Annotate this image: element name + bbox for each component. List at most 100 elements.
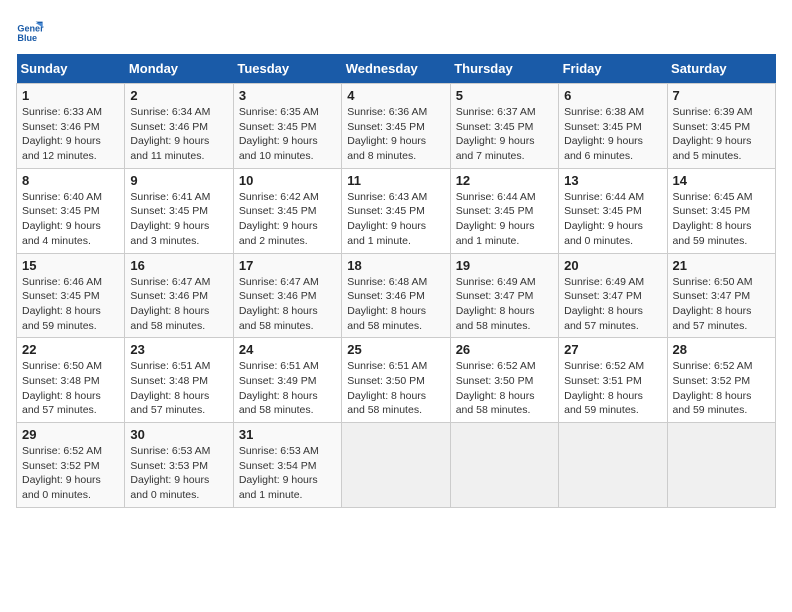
day-info: Sunrise: 6:53 AMSunset: 3:53 PMDaylight:…: [130, 445, 210, 501]
day-info: Sunrise: 6:49 AMSunset: 3:47 PMDaylight:…: [456, 276, 536, 332]
day-number: 5: [456, 88, 553, 103]
day-of-week-header: Monday: [125, 54, 233, 84]
day-of-week-header: Saturday: [667, 54, 775, 84]
day-info: Sunrise: 6:45 AMSunset: 3:45 PMDaylight:…: [673, 191, 753, 247]
day-number: 28: [673, 342, 770, 357]
calendar-cell: 30 Sunrise: 6:53 AMSunset: 3:53 PMDaylig…: [125, 423, 233, 508]
day-number: 21: [673, 258, 770, 273]
calendar-cell: 29 Sunrise: 6:52 AMSunset: 3:52 PMDaylig…: [17, 423, 125, 508]
calendar-cell: 24 Sunrise: 6:51 AMSunset: 3:49 PMDaylig…: [233, 338, 341, 423]
day-number: 4: [347, 88, 444, 103]
day-info: Sunrise: 6:52 AMSunset: 3:50 PMDaylight:…: [456, 360, 536, 416]
day-number: 14: [673, 173, 770, 188]
calendar-cell: 19 Sunrise: 6:49 AMSunset: 3:47 PMDaylig…: [450, 253, 558, 338]
day-number: 27: [564, 342, 661, 357]
day-number: 26: [456, 342, 553, 357]
day-number: 13: [564, 173, 661, 188]
day-info: Sunrise: 6:44 AMSunset: 3:45 PMDaylight:…: [456, 191, 536, 247]
calendar-cell: 5 Sunrise: 6:37 AMSunset: 3:45 PMDayligh…: [450, 84, 558, 169]
day-number: 30: [130, 427, 227, 442]
calendar-cell: 10 Sunrise: 6:42 AMSunset: 3:45 PMDaylig…: [233, 168, 341, 253]
day-info: Sunrise: 6:40 AMSunset: 3:45 PMDaylight:…: [22, 191, 102, 247]
calendar-cell: 7 Sunrise: 6:39 AMSunset: 3:45 PMDayligh…: [667, 84, 775, 169]
calendar-cell: 21 Sunrise: 6:50 AMSunset: 3:47 PMDaylig…: [667, 253, 775, 338]
day-number: 3: [239, 88, 336, 103]
calendar-cell: 28 Sunrise: 6:52 AMSunset: 3:52 PMDaylig…: [667, 338, 775, 423]
day-number: 23: [130, 342, 227, 357]
calendar-cell: 13 Sunrise: 6:44 AMSunset: 3:45 PMDaylig…: [559, 168, 667, 253]
calendar-cell: 12 Sunrise: 6:44 AMSunset: 3:45 PMDaylig…: [450, 168, 558, 253]
day-info: Sunrise: 6:53 AMSunset: 3:54 PMDaylight:…: [239, 445, 319, 501]
calendar-cell: 16 Sunrise: 6:47 AMSunset: 3:46 PMDaylig…: [125, 253, 233, 338]
calendar-cell: [342, 423, 450, 508]
calendar-cell: 11 Sunrise: 6:43 AMSunset: 3:45 PMDaylig…: [342, 168, 450, 253]
calendar-cell: 9 Sunrise: 6:41 AMSunset: 3:45 PMDayligh…: [125, 168, 233, 253]
page-header: General Blue: [16, 16, 776, 44]
logo-icon: General Blue: [16, 16, 44, 44]
day-info: Sunrise: 6:52 AMSunset: 3:52 PMDaylight:…: [673, 360, 753, 416]
day-number: 10: [239, 173, 336, 188]
day-info: Sunrise: 6:42 AMSunset: 3:45 PMDaylight:…: [239, 191, 319, 247]
calendar-cell: 18 Sunrise: 6:48 AMSunset: 3:46 PMDaylig…: [342, 253, 450, 338]
day-of-week-header: Sunday: [17, 54, 125, 84]
calendar-cell: 3 Sunrise: 6:35 AMSunset: 3:45 PMDayligh…: [233, 84, 341, 169]
calendar-cell: 14 Sunrise: 6:45 AMSunset: 3:45 PMDaylig…: [667, 168, 775, 253]
day-number: 8: [22, 173, 119, 188]
day-number: 9: [130, 173, 227, 188]
day-number: 12: [456, 173, 553, 188]
day-info: Sunrise: 6:33 AMSunset: 3:46 PMDaylight:…: [22, 106, 102, 162]
calendar-cell: 26 Sunrise: 6:52 AMSunset: 3:50 PMDaylig…: [450, 338, 558, 423]
day-number: 7: [673, 88, 770, 103]
day-info: Sunrise: 6:51 AMSunset: 3:50 PMDaylight:…: [347, 360, 427, 416]
day-number: 6: [564, 88, 661, 103]
day-info: Sunrise: 6:48 AMSunset: 3:46 PMDaylight:…: [347, 276, 427, 332]
calendar-cell: 2 Sunrise: 6:34 AMSunset: 3:46 PMDayligh…: [125, 84, 233, 169]
calendar-table: SundayMondayTuesdayWednesdayThursdayFrid…: [16, 54, 776, 508]
calendar-cell: 20 Sunrise: 6:49 AMSunset: 3:47 PMDaylig…: [559, 253, 667, 338]
calendar-cell: 25 Sunrise: 6:51 AMSunset: 3:50 PMDaylig…: [342, 338, 450, 423]
day-info: Sunrise: 6:46 AMSunset: 3:45 PMDaylight:…: [22, 276, 102, 332]
day-number: 1: [22, 88, 119, 103]
day-number: 24: [239, 342, 336, 357]
day-info: Sunrise: 6:52 AMSunset: 3:52 PMDaylight:…: [22, 445, 102, 501]
logo: General Blue: [16, 16, 46, 44]
day-info: Sunrise: 6:34 AMSunset: 3:46 PMDaylight:…: [130, 106, 210, 162]
calendar-cell: [450, 423, 558, 508]
day-info: Sunrise: 6:35 AMSunset: 3:45 PMDaylight:…: [239, 106, 319, 162]
day-of-week-header: Thursday: [450, 54, 558, 84]
calendar-cell: 22 Sunrise: 6:50 AMSunset: 3:48 PMDaylig…: [17, 338, 125, 423]
day-info: Sunrise: 6:50 AMSunset: 3:48 PMDaylight:…: [22, 360, 102, 416]
day-info: Sunrise: 6:50 AMSunset: 3:47 PMDaylight:…: [673, 276, 753, 332]
day-info: Sunrise: 6:44 AMSunset: 3:45 PMDaylight:…: [564, 191, 644, 247]
calendar-cell: 1 Sunrise: 6:33 AMSunset: 3:46 PMDayligh…: [17, 84, 125, 169]
calendar-cell: 8 Sunrise: 6:40 AMSunset: 3:45 PMDayligh…: [17, 168, 125, 253]
day-info: Sunrise: 6:51 AMSunset: 3:49 PMDaylight:…: [239, 360, 319, 416]
day-info: Sunrise: 6:39 AMSunset: 3:45 PMDaylight:…: [673, 106, 753, 162]
day-info: Sunrise: 6:47 AMSunset: 3:46 PMDaylight:…: [239, 276, 319, 332]
day-number: 19: [456, 258, 553, 273]
svg-text:Blue: Blue: [17, 33, 37, 43]
calendar-cell: 15 Sunrise: 6:46 AMSunset: 3:45 PMDaylig…: [17, 253, 125, 338]
day-info: Sunrise: 6:38 AMSunset: 3:45 PMDaylight:…: [564, 106, 644, 162]
day-number: 11: [347, 173, 444, 188]
day-info: Sunrise: 6:41 AMSunset: 3:45 PMDaylight:…: [130, 191, 210, 247]
day-info: Sunrise: 6:47 AMSunset: 3:46 PMDaylight:…: [130, 276, 210, 332]
calendar-cell: [559, 423, 667, 508]
day-number: 22: [22, 342, 119, 357]
day-info: Sunrise: 6:36 AMSunset: 3:45 PMDaylight:…: [347, 106, 427, 162]
day-number: 31: [239, 427, 336, 442]
day-number: 16: [130, 258, 227, 273]
calendar-cell: 6 Sunrise: 6:38 AMSunset: 3:45 PMDayligh…: [559, 84, 667, 169]
calendar-cell: [667, 423, 775, 508]
day-number: 17: [239, 258, 336, 273]
calendar-cell: 31 Sunrise: 6:53 AMSunset: 3:54 PMDaylig…: [233, 423, 341, 508]
day-info: Sunrise: 6:37 AMSunset: 3:45 PMDaylight:…: [456, 106, 536, 162]
day-number: 18: [347, 258, 444, 273]
day-info: Sunrise: 6:49 AMSunset: 3:47 PMDaylight:…: [564, 276, 644, 332]
calendar-cell: 17 Sunrise: 6:47 AMSunset: 3:46 PMDaylig…: [233, 253, 341, 338]
day-number: 15: [22, 258, 119, 273]
day-number: 29: [22, 427, 119, 442]
day-info: Sunrise: 6:52 AMSunset: 3:51 PMDaylight:…: [564, 360, 644, 416]
day-number: 25: [347, 342, 444, 357]
day-number: 2: [130, 88, 227, 103]
